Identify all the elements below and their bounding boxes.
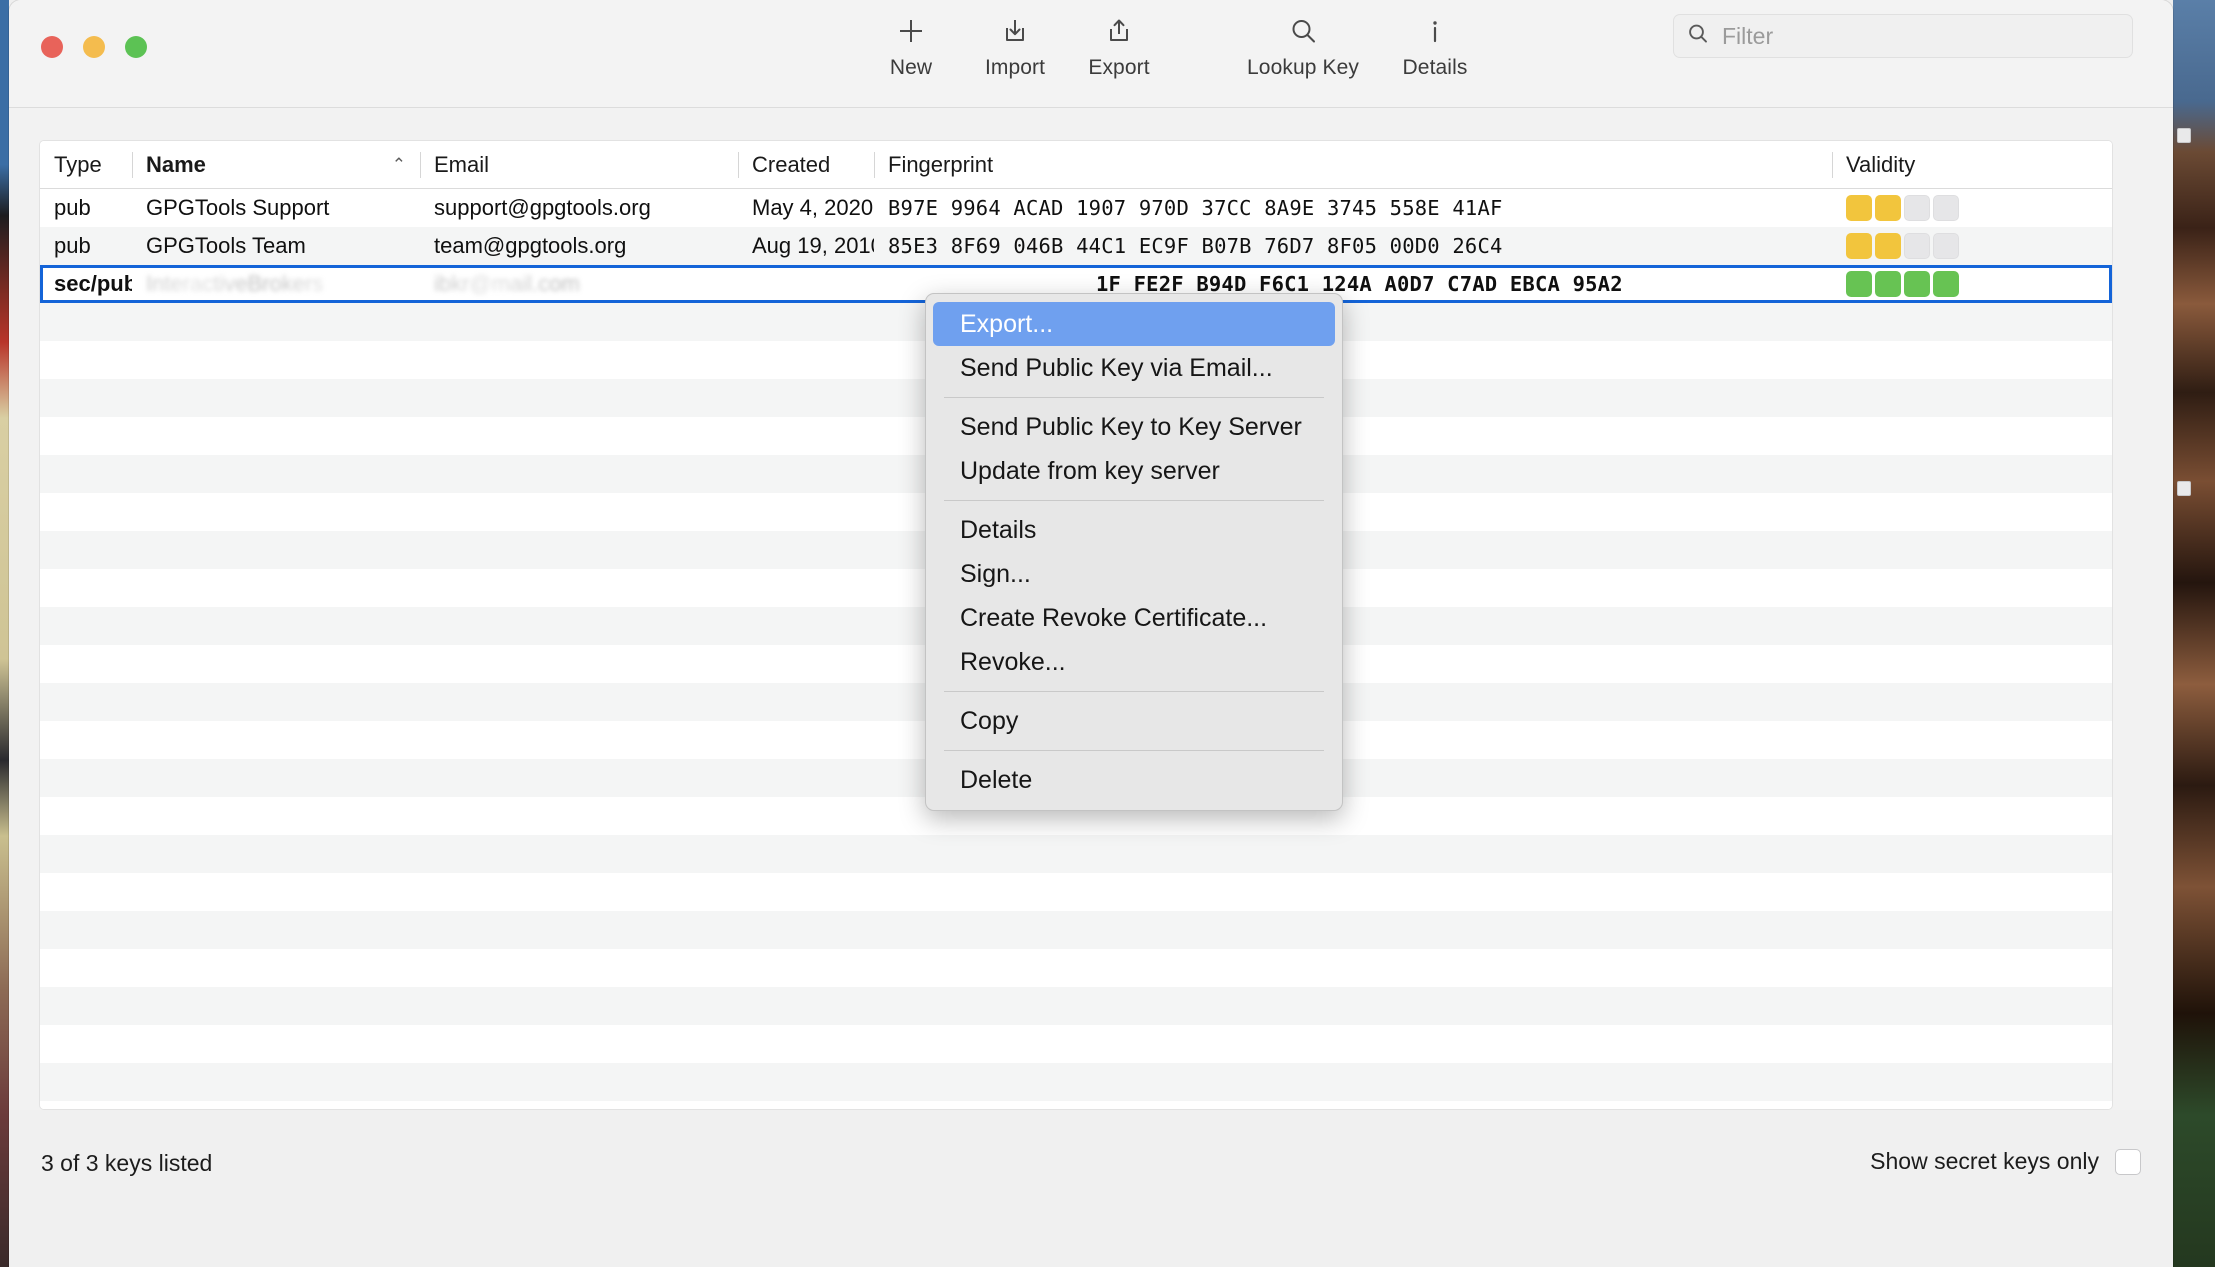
sort-ascending-caret-icon: ⌃ bbox=[391, 154, 406, 174]
cell-created: May 4, 2020 bbox=[752, 195, 874, 220]
menu-separator bbox=[944, 750, 1324, 751]
traffic-light-group bbox=[41, 36, 147, 58]
menu-item-revoke[interactable]: Revoke... bbox=[933, 640, 1335, 684]
validity-segment bbox=[1933, 195, 1959, 221]
menu-item-update-from-key-server[interactable]: Update from key server bbox=[933, 449, 1335, 493]
import-button[interactable]: Import bbox=[963, 14, 1067, 80]
column-header-name[interactable]: Name ⌃ bbox=[132, 150, 420, 180]
cell-created: Aug 19, 2010 bbox=[752, 233, 874, 258]
column-header-email[interactable]: Email bbox=[420, 150, 738, 180]
toolbar-button-group-primary: New Import Export Lookup Key Details bbox=[859, 14, 1487, 80]
table-empty-row bbox=[40, 873, 2112, 911]
cell-name: InteractiveBrokers bbox=[132, 271, 420, 297]
validity-segment bbox=[1846, 195, 1872, 221]
search-icon bbox=[1686, 22, 1710, 51]
menu-separator bbox=[944, 691, 1324, 692]
cell-type: sec/pub bbox=[54, 271, 132, 296]
validity-segment bbox=[1904, 195, 1930, 221]
zoom-window-button[interactable] bbox=[125, 36, 147, 58]
cell-fingerprint: 85E3 8F69 046B 44C1 EC9F B07B 76D7 8F05 … bbox=[888, 234, 1503, 258]
gpg-keychain-window: New Import Export Lookup Key Details Fil… bbox=[9, 0, 2173, 1267]
show-secret-keys-only-label: Show secret keys only bbox=[1870, 1148, 2099, 1174]
desktop-wallpaper-right-edge bbox=[2173, 0, 2215, 1267]
table-row[interactable]: pub GPGTools Support support@gpgtools.or… bbox=[40, 189, 2112, 227]
menu-item-send-public-key-to-key-server[interactable]: Send Public Key to Key Server bbox=[933, 405, 1335, 449]
validity-segment bbox=[1933, 271, 1959, 297]
cell-fingerprint: B97E 9964 ACAD 1907 970D 37CC 8A9E 3745 … bbox=[888, 196, 1503, 220]
menu-item-create-revoke-certificate[interactable]: Create Revoke Certificate... bbox=[933, 596, 1335, 640]
menu-item-send-public-key-via-email[interactable]: Send Public Key via Email... bbox=[933, 346, 1335, 390]
cell-validity bbox=[1832, 271, 1972, 297]
filter-placeholder: Filter bbox=[1722, 22, 1774, 49]
keys-listed-status: 3 of 3 keys listed bbox=[41, 1150, 213, 1176]
column-header-validity[interactable]: Validity bbox=[1832, 150, 1972, 180]
validity-segment bbox=[1904, 233, 1930, 259]
cell-email: support@gpgtools.org bbox=[434, 195, 651, 220]
cell-name: GPGTools Support bbox=[146, 195, 330, 220]
export-button[interactable]: Export bbox=[1067, 14, 1171, 80]
filter-search-field[interactable]: Filter bbox=[1673, 14, 2133, 58]
info-icon bbox=[1420, 14, 1450, 48]
menu-separator bbox=[944, 397, 1324, 398]
column-header-created[interactable]: Created bbox=[738, 150, 874, 180]
menu-item-details[interactable]: Details bbox=[933, 508, 1335, 552]
cell-validity bbox=[1832, 195, 1972, 221]
column-header-name-label: Name bbox=[146, 151, 206, 177]
validity-segment bbox=[1875, 233, 1901, 259]
new-key-label: New bbox=[889, 56, 933, 79]
window-footer: 3 of 3 keys listed Show secret keys only bbox=[9, 1110, 2173, 1267]
column-header-fingerprint[interactable]: Fingerprint bbox=[874, 150, 1832, 180]
import-label: Import bbox=[984, 56, 1046, 79]
desktop-wallpaper-left-edge bbox=[0, 0, 9, 1267]
table-empty-row bbox=[40, 1063, 2112, 1101]
cell-email: ibkr@mail.com bbox=[420, 271, 738, 297]
table-header-row: Type Name ⌃ Email Created Fingerprint Va… bbox=[40, 141, 2112, 189]
menu-item-export[interactable]: Export... bbox=[933, 302, 1335, 346]
table-empty-row bbox=[40, 949, 2112, 987]
show-secret-keys-only-checkbox[interactable] bbox=[2115, 1148, 2141, 1175]
menu-item-delete[interactable]: Delete bbox=[933, 758, 1335, 802]
export-share-icon bbox=[1104, 14, 1134, 48]
validity-segment bbox=[1933, 233, 1959, 259]
table-empty-row bbox=[40, 1025, 2112, 1063]
menu-item-sign[interactable]: Sign... bbox=[933, 552, 1335, 596]
magnifier-icon bbox=[1288, 14, 1318, 48]
cell-type: pub bbox=[54, 195, 91, 220]
table-row[interactable]: pub GPGTools Team team@gpgtools.org Aug … bbox=[40, 227, 2112, 265]
minimize-window-button[interactable] bbox=[83, 36, 105, 58]
details-label: Details bbox=[1402, 56, 1468, 79]
close-window-button[interactable] bbox=[41, 36, 63, 58]
table-empty-row bbox=[40, 987, 2112, 1025]
plus-icon bbox=[896, 14, 926, 48]
validity-segment bbox=[1846, 271, 1872, 297]
import-download-icon bbox=[1000, 14, 1030, 48]
window-toolbar: New Import Export Lookup Key Details Fil… bbox=[9, 0, 2173, 108]
lookup-key-button[interactable]: Lookup Key bbox=[1223, 14, 1383, 80]
table-empty-row bbox=[40, 1101, 2112, 1109]
lookup-key-label: Lookup Key bbox=[1247, 56, 1359, 79]
cell-type: pub bbox=[54, 233, 91, 258]
validity-segment bbox=[1875, 195, 1901, 221]
export-label: Export bbox=[1088, 56, 1150, 79]
cell-name: GPGTools Team bbox=[146, 233, 306, 258]
show-secret-keys-only-control[interactable]: Show secret keys only bbox=[1870, 1148, 2141, 1175]
cell-validity bbox=[1832, 233, 1972, 259]
table-empty-row bbox=[40, 911, 2112, 949]
validity-segment bbox=[1875, 271, 1901, 297]
key-context-menu: Export... Send Public Key via Email... S… bbox=[925, 293, 1343, 811]
validity-segment bbox=[1904, 271, 1930, 297]
cell-email: team@gpgtools.org bbox=[434, 233, 627, 258]
menu-separator bbox=[944, 500, 1324, 501]
menu-item-copy[interactable]: Copy bbox=[933, 699, 1335, 743]
column-header-type[interactable]: Type bbox=[40, 150, 132, 180]
details-button[interactable]: Details bbox=[1383, 14, 1487, 80]
validity-segment bbox=[1846, 233, 1872, 259]
table-empty-row bbox=[40, 835, 2112, 873]
new-key-button[interactable]: New bbox=[859, 14, 963, 80]
